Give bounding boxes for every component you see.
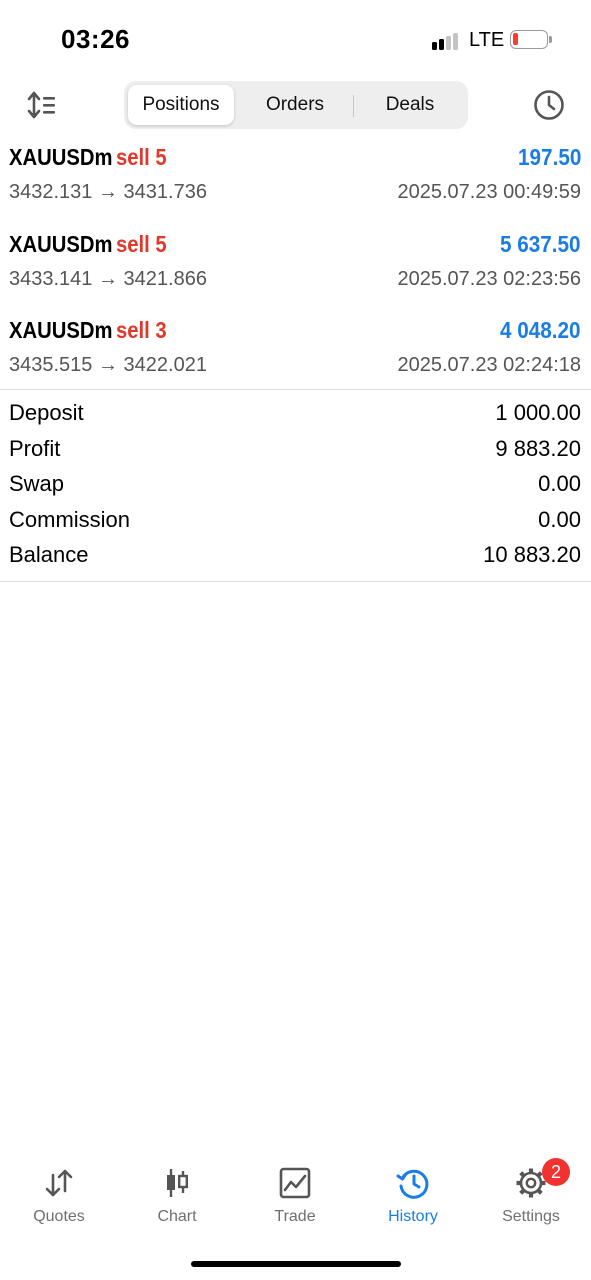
divider	[0, 389, 591, 390]
summary-label: Commission	[9, 506, 131, 532]
tab-label: Trade	[274, 1208, 316, 1225]
status-time: 03:26	[61, 24, 130, 54]
divider	[0, 581, 591, 582]
settings-notification-badge: 2	[542, 1158, 570, 1186]
position-title: XAUUSDm sell 3	[9, 317, 167, 344]
battery-cap	[549, 36, 552, 43]
position-profit: 197.50	[517, 144, 581, 170]
position-time: 2025.07.23 02:24:18	[397, 354, 581, 376]
clock-icon[interactable]	[532, 88, 566, 122]
position-time: 2025.07.23 02:23:56	[397, 267, 581, 290]
summary-row-balance: Balance 10 883.20	[0, 540, 591, 576]
status-bar: 03:26 LTE	[0, 0, 591, 78]
view-segmented-control: Positions Orders Deals	[124, 81, 468, 129]
signal-strength-icon	[432, 30, 462, 50]
history-clock-icon	[396, 1169, 429, 1199]
bottom-tab-bar: Quotes Chart Trade History Settings	[0, 1158, 591, 1238]
summary-label: Profit	[9, 435, 61, 461]
position-title: XAUUSDm sell 5	[9, 231, 167, 258]
tab-positions[interactable]: Positions	[128, 85, 234, 125]
tab-label: Chart	[157, 1208, 197, 1225]
network-type: LTE	[469, 29, 505, 51]
position-prices: 3435.515 → 3422.021	[9, 354, 207, 376]
position-prices: 3432.131 → 3431.736	[9, 181, 207, 203]
history-toolbar: Positions Orders Deals	[0, 78, 591, 134]
summary-label: Deposit	[9, 400, 84, 425]
position-symbol: XAUUSDm	[9, 230, 113, 257]
position-prices: 3433.141 → 3421.866	[9, 267, 207, 290]
position-profit: 5 637.50	[500, 230, 581, 257]
tab-label: History	[388, 1208, 438, 1225]
tab-orders[interactable]: Orders	[238, 85, 352, 125]
summary-label: Balance	[9, 542, 89, 567]
summary-value: 0.00	[538, 506, 581, 532]
summary-row-commission: Commission 0.00	[0, 505, 591, 541]
summary-row-swap: Swap 0.00	[0, 469, 591, 505]
position-time: 2025.07.23 00:49:59	[397, 181, 581, 203]
list-item[interactable]: XAUUSDm sell 5 5 637.50 3433.141 → 3421.8…	[0, 227, 591, 314]
tab-chart[interactable]: Chart	[118, 1158, 236, 1232]
tab-history[interactable]: History	[354, 1158, 472, 1232]
tab-deals[interactable]: Deals	[354, 85, 466, 125]
summary-value: 1 000.00	[495, 400, 581, 425]
tab-label: Quotes	[33, 1208, 85, 1225]
tab-trade[interactable]: Trade	[236, 1158, 354, 1232]
position-title: XAUUSDm sell 5	[9, 144, 167, 171]
position-profit: 4 048.20	[500, 317, 581, 343]
position-symbol: XAUUSDm	[9, 144, 113, 170]
summary-row-profit: Profit 9 883.20	[0, 434, 591, 470]
summary-value: 0.00	[538, 471, 581, 496]
quotes-arrows-icon	[45, 1169, 73, 1197]
position-side: sell 3	[115, 317, 167, 343]
position-side: sell 5	[115, 230, 167, 257]
list-item[interactable]: XAUUSDm sell 3 4 048.20 3435.515 → 3422.0…	[0, 313, 591, 400]
tab-label: Settings	[502, 1208, 560, 1225]
tab-quotes[interactable]: Quotes	[0, 1158, 118, 1232]
sort-arrows-icon[interactable]	[26, 89, 58, 121]
home-indicator	[191, 1261, 401, 1267]
trade-line-chart-icon	[279, 1167, 311, 1199]
positions-list: XAUUSDm sell 5 197.50 3432.131 → 3431.736…	[0, 140, 591, 400]
battery-icon	[510, 30, 548, 49]
summary-value: 9 883.20	[495, 435, 581, 461]
tab-settings[interactable]: Settings	[472, 1158, 590, 1232]
position-side: sell 5	[115, 144, 167, 170]
account-summary: Deposit 1 000.00 Profit 9 883.20 Swap 0.…	[0, 398, 591, 576]
candlestick-chart-icon	[167, 1169, 189, 1197]
summary-label: Swap	[9, 471, 65, 496]
summary-value: 10 883.20	[483, 542, 581, 567]
position-symbol: XAUUSDm	[9, 317, 113, 343]
summary-row-deposit: Deposit 1 000.00	[0, 398, 591, 434]
list-item[interactable]: XAUUSDm sell 5 197.50 3432.131 → 3431.736…	[0, 140, 591, 227]
